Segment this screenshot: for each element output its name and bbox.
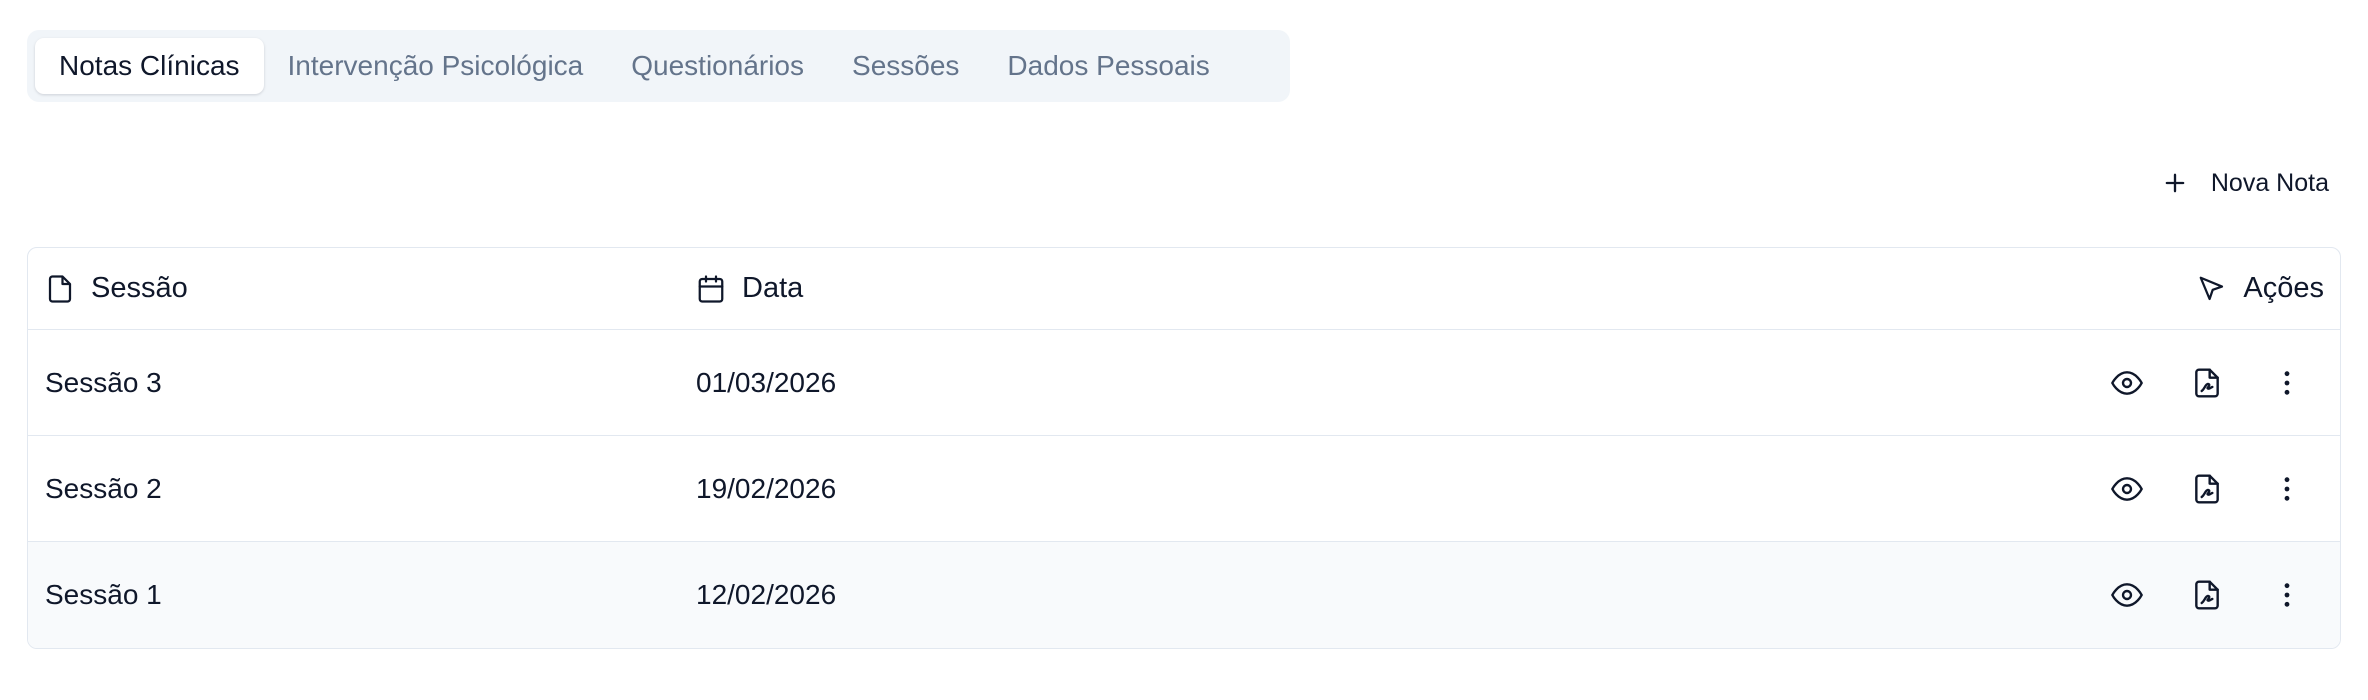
view-note-button[interactable] [2087,457,2167,521]
row-actions [2087,436,2340,541]
more-options-button[interactable] [2247,457,2327,521]
column-header-session-label: Sessão [91,272,188,304]
date-cell: 19/02/2026 [696,472,837,504]
file-signature-icon [2195,367,2219,398]
more-vertical-icon [2284,476,2290,501]
column-header-actions: Ações [2197,272,2324,305]
more-options-button[interactable] [2247,351,2327,415]
cursor-pointer-icon [2197,274,2227,304]
tab-notas-clinicas[interactable]: Notas Clínicas [35,38,264,94]
date-cell: 12/02/2026 [696,579,837,610]
view-note-button[interactable] [2087,563,2167,627]
tab-sessoes[interactable]: Sessões [828,38,983,94]
clinical-notes-table: Sessão Data Ações Sessão 3 01/03/2026 Se… [27,247,2341,649]
sign-note-button[interactable] [2167,563,2247,627]
date-cell: 01/03/2026 [696,366,837,398]
more-options-button[interactable] [2247,563,2327,627]
eye-icon [2111,370,2143,395]
more-vertical-icon [2284,370,2290,395]
table-row[interactable]: Sessão 3 01/03/2026 [28,330,2340,436]
plus-icon [2161,169,2189,197]
column-header-actions-label: Ações [2243,272,2324,304]
tab-questionarios[interactable]: Questionários [607,38,828,94]
column-header-date: Data [696,272,803,305]
file-signature-icon [2195,580,2219,610]
sign-note-button[interactable] [2167,457,2247,521]
file-signature-icon [2195,473,2219,504]
column-header-date-label: Data [742,272,804,304]
new-note-label: Nova Nota [2210,168,2329,197]
session-cell: Sessão 3 [45,366,162,398]
sign-note-button[interactable] [2167,351,2247,415]
row-actions [2087,330,2340,435]
calendar-icon [696,274,726,304]
tab-dados-pessoais[interactable]: Dados Pessoais [983,38,1233,94]
table-row[interactable]: Sessão 2 19/02/2026 [28,436,2340,542]
table-row[interactable]: Sessão 1 12/02/2026 [28,542,2340,648]
session-cell: Sessão 1 [45,579,162,610]
clinical-notes-page: Notas Clínicas Intervenção Psicológica Q… [0,0,2368,700]
view-note-button[interactable] [2087,351,2167,415]
more-vertical-icon [2284,583,2290,607]
eye-icon [2111,476,2143,501]
file-icon [45,274,75,304]
eye-icon [2111,583,2143,607]
row-actions [2087,542,2340,648]
session-cell: Sessão 2 [45,472,162,504]
new-note-button[interactable]: Nova Nota [2147,156,2341,210]
tab-intervencao-psicologica[interactable]: Intervenção Psicológica [264,38,608,94]
column-header-session: Sessão [45,272,188,305]
tab-list: Notas Clínicas Intervenção Psicológica Q… [27,30,1290,102]
table-header-row: Sessão Data Ações [28,248,2340,330]
